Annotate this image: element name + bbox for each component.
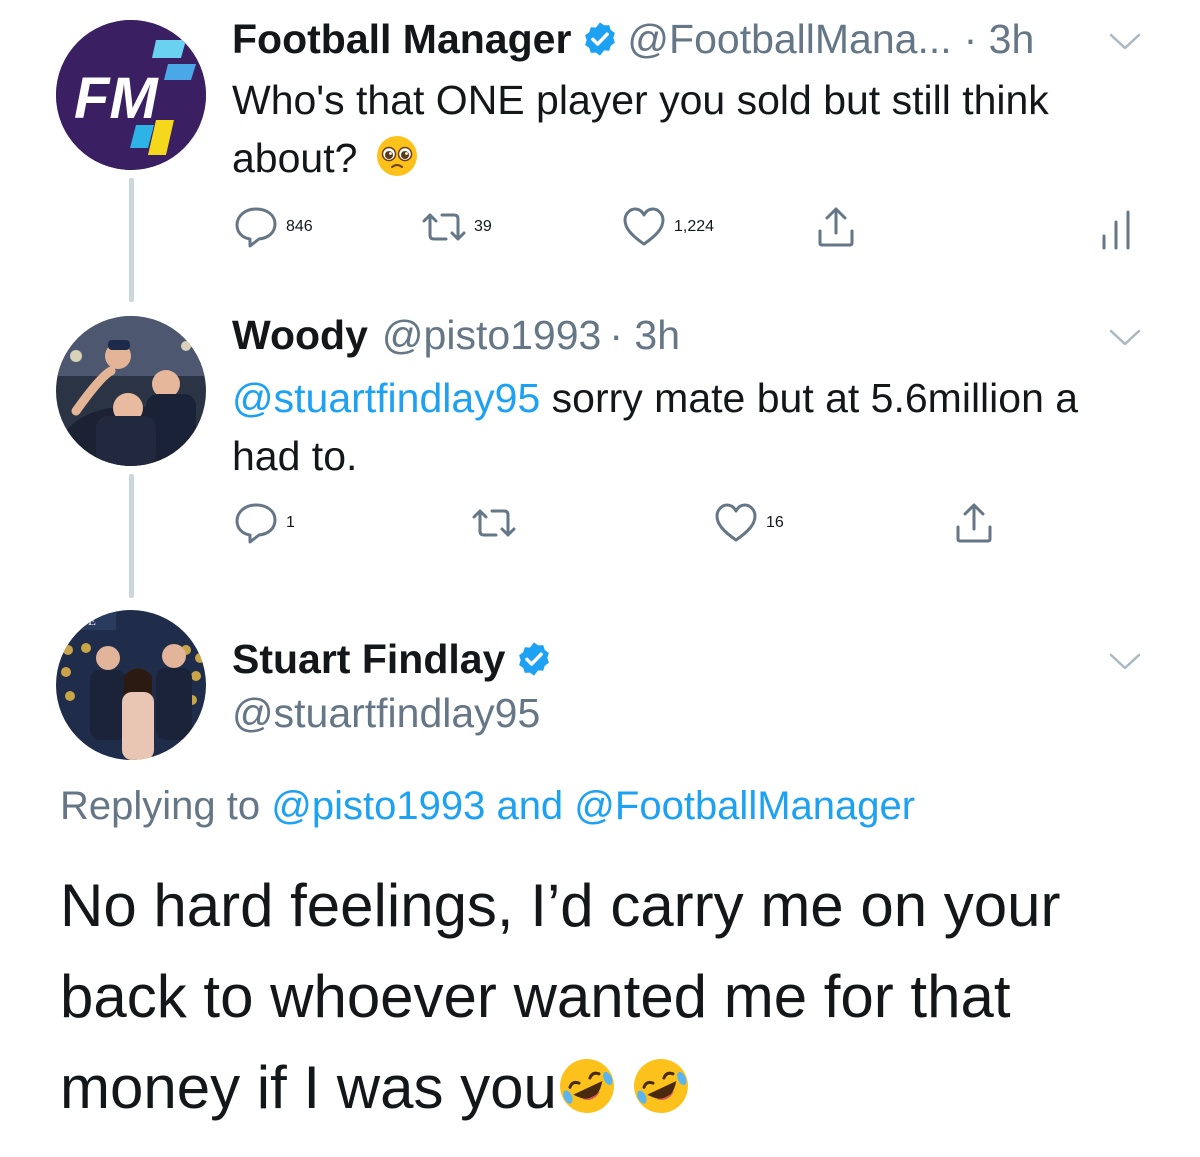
pleading-face-emoji-icon — [376, 136, 417, 176]
replying-prefix: Replying to — [60, 784, 272, 828]
like-count: 16 — [766, 514, 784, 531]
main-tweet-header[interactable]: Stuart Findlay @stuartfindlay95 — [232, 635, 1140, 737]
chevron-down-icon[interactable] — [1108, 328, 1142, 348]
thread-connector — [129, 474, 134, 598]
profile-photo-icon — [56, 316, 206, 466]
replying-to: Replying to @pisto1993 and @FootballMana… — [60, 784, 915, 829]
share-icon — [956, 503, 992, 543]
chevron-down-icon[interactable] — [1108, 652, 1142, 672]
tweet-woody[interactable]: Woody @pisto1993 · 3h @stuartfindlay95 s… — [232, 311, 1140, 485]
retweet-button[interactable] — [470, 499, 518, 547]
reply-button[interactable]: 846 — [232, 203, 313, 251]
tweet-text-content: Who's that ONE player you sold but still… — [232, 77, 1049, 181]
handle[interactable]: @FootballMana... — [627, 15, 951, 63]
svg-text:UCTE: UCTE — [62, 613, 96, 628]
tweet-header: Woody @pisto1993 · 3h — [232, 311, 1140, 359]
svg-text:FM: FM — [74, 66, 159, 131]
timestamp[interactable]: · 3h — [964, 15, 1035, 63]
heart-icon — [623, 207, 665, 246]
timestamp[interactable]: · 3h — [609, 311, 680, 359]
rolling-on-floor-laughing-emoji-icon — [633, 1059, 688, 1113]
share-button[interactable] — [812, 203, 860, 251]
profile-photo-icon: UCTE — [56, 610, 206, 760]
tweet-header: Football Manager @FootballMana... · 3h — [232, 15, 1140, 63]
verified-badge-icon — [585, 22, 616, 56]
like-count: 1,224 — [674, 218, 715, 235]
mention-link[interactable]: @FootballManager — [574, 784, 915, 828]
display-name[interactable]: Stuart Findlay — [232, 635, 505, 683]
avatar[interactable]: UCTE — [56, 610, 206, 760]
reply-button[interactable]: 1 — [232, 499, 295, 547]
heart-icon — [715, 503, 757, 542]
mention-link[interactable]: @stuartfindlay95 — [232, 375, 540, 421]
retweet-count: 39 — [474, 218, 492, 235]
avatar[interactable] — [56, 316, 206, 466]
thread-connector — [129, 178, 134, 302]
rolling-on-floor-laughing-emoji-icon — [559, 1059, 614, 1113]
main-tweet-text: No hard feelings, I’d carry me on your b… — [60, 860, 1160, 1133]
chevron-down-icon[interactable] — [1108, 32, 1142, 52]
handle[interactable]: @stuartfindlay95 — [232, 689, 540, 737]
replying-and: and — [485, 784, 575, 828]
reply-count: 846 — [286, 218, 313, 235]
display-name[interactable]: Woody — [232, 311, 368, 359]
tweet-text: @stuartfindlay95 sorry mate but at 5.6mi… — [232, 369, 1142, 485]
mention-link[interactable]: @pisto1993 — [271, 784, 485, 828]
reply-icon — [235, 207, 277, 248]
handle[interactable]: @pisto1993 — [382, 311, 601, 359]
tweet-football-manager[interactable]: Football Manager @FootballMana... · 3h W… — [232, 15, 1140, 187]
reply-count: 1 — [286, 514, 295, 531]
like-button[interactable]: 16 — [712, 499, 784, 547]
share-icon — [818, 207, 854, 247]
verified-badge-icon — [519, 642, 550, 676]
avatar[interactable]: FM — [56, 20, 206, 170]
retweet-button[interactable]: 39 — [420, 203, 492, 251]
retweet-icon — [422, 213, 466, 241]
tweet-header: Stuart Findlay — [232, 635, 1140, 683]
reply-icon — [235, 503, 277, 544]
retweet-icon — [472, 509, 516, 537]
display-name[interactable]: Football Manager — [232, 15, 571, 63]
football-manager-logo-icon: FM — [56, 20, 206, 170]
analytics-icon — [1102, 210, 1130, 250]
analytics-button[interactable] — [1092, 206, 1140, 254]
like-button[interactable]: 1,224 — [620, 203, 714, 251]
tweet-text: Who's that ONE player you sold but still… — [232, 71, 1142, 187]
share-button[interactable] — [950, 499, 998, 547]
